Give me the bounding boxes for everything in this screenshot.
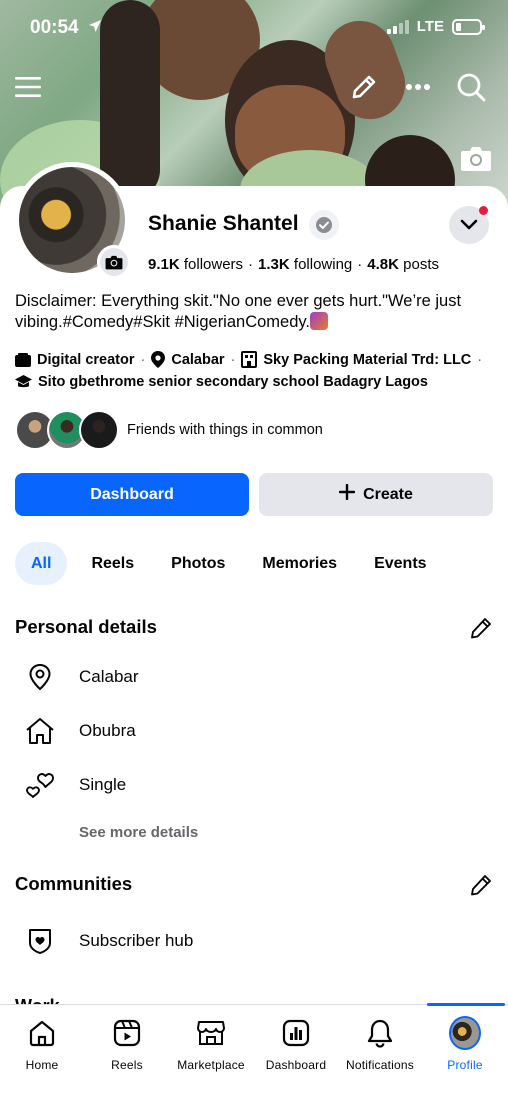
create-label: Create	[363, 485, 413, 503]
community-label: Subscriber hub	[79, 931, 194, 950]
status-bar: 00:54 LTE	[0, 0, 508, 56]
posts-count: 4.8K	[367, 256, 399, 273]
detail-row-relationship: Single	[24, 769, 126, 801]
profile-stats: 9.1K followers · 1.3K following · 4.8K posts	[148, 256, 439, 273]
active-tab-indicator	[427, 1003, 505, 1006]
tab-reels[interactable]: Reels	[78, 542, 147, 585]
intro-workplace: Sky Packing Material Trd: LLC	[263, 351, 472, 368]
friend-avatar	[79, 410, 119, 450]
plus-icon	[338, 483, 356, 505]
detail-relationship: Single	[79, 775, 127, 794]
location-pin-icon	[151, 351, 166, 368]
location-pin-icon	[24, 661, 56, 693]
more-icon[interactable]	[403, 72, 433, 102]
nav-profile-label: Profile	[447, 1058, 483, 1072]
tab-photos[interactable]: Photos	[158, 542, 238, 585]
reels-icon	[111, 1017, 143, 1049]
bottom-navigation: Home Reels Marketplace Dashboard Notific…	[0, 1003, 508, 1100]
cover-camera-icon[interactable]	[460, 144, 494, 174]
intro-category: Digital creator	[37, 351, 135, 368]
marketplace-icon	[195, 1017, 227, 1049]
edit-communities-icon[interactable]	[469, 873, 493, 897]
nav-profile[interactable]: Profile	[420, 1016, 508, 1072]
nav-home[interactable]: Home	[0, 1017, 87, 1072]
detail-hometown: Obubra	[79, 721, 136, 740]
communities-title: Communities	[15, 873, 133, 894]
profile-bio: Disclaimer: Everything skit."No one ever…	[15, 291, 485, 333]
search-icon[interactable]	[455, 71, 487, 103]
detail-location: Calabar	[79, 667, 139, 686]
nav-notifications[interactable]: Notifications	[335, 1017, 425, 1072]
education-icon	[15, 375, 32, 389]
home-icon	[24, 715, 56, 747]
profile-avatar-icon	[449, 1016, 481, 1050]
see-more-details-link[interactable]: See more details	[79, 824, 198, 841]
nav-reels-label: Reels	[111, 1058, 143, 1072]
nav-marketplace-label: Marketplace	[177, 1058, 245, 1072]
following-count[interactable]: 1.3K	[258, 256, 290, 273]
status-time: 00:54	[30, 17, 102, 39]
following-label[interactable]: following	[294, 256, 352, 273]
tab-all[interactable]: All	[15, 542, 68, 585]
followers-label[interactable]: followers	[184, 256, 243, 273]
nav-dashboard[interactable]: Dashboard	[251, 1017, 341, 1072]
location-arrow-icon	[88, 17, 102, 39]
nav-home-label: Home	[25, 1058, 59, 1072]
intro-line-1: Digital creator · Calabar · Sky Packing …	[15, 351, 488, 368]
workplace-icon	[241, 351, 258, 368]
tab-memories[interactable]: Memories	[249, 542, 350, 585]
community-row-subscriber-hub[interactable]: Subscriber hub	[24, 925, 193, 957]
dashboard-button[interactable]: Dashboard	[15, 473, 249, 516]
followers-count[interactable]: 9.1K	[148, 256, 180, 273]
tab-events[interactable]: Events	[361, 542, 439, 585]
verified-badge-icon[interactable]	[309, 210, 339, 240]
battery-icon	[452, 18, 485, 35]
avatar-camera-icon[interactable]	[97, 245, 131, 279]
personal-details-title: Personal details	[15, 616, 157, 637]
profile-menu-button[interactable]	[449, 206, 489, 244]
edit-personal-details-icon[interactable]	[469, 616, 493, 640]
mutual-friends-row[interactable]: Friends with things in common	[15, 410, 323, 450]
profile-tabs: All Reels Photos Memories Events	[15, 542, 440, 585]
friends-text: Friends with things in common	[127, 422, 323, 438]
menu-icon[interactable]	[14, 73, 42, 101]
category-icon	[15, 352, 31, 367]
bio-text: Disclaimer: Everything skit."No one ever…	[15, 292, 462, 331]
detail-row-hometown: Obubra	[24, 715, 136, 747]
profile-name: Shanie Shantel	[148, 212, 299, 235]
dashboard-icon	[280, 1017, 312, 1049]
intro-education: Sito gbethrome senior secondary school B…	[38, 374, 428, 390]
detail-row-location: Calabar	[24, 661, 139, 693]
home-icon	[26, 1017, 58, 1049]
notification-dot	[479, 206, 488, 215]
posts-label: posts	[403, 256, 439, 273]
bell-icon	[364, 1017, 396, 1049]
intro-line-2: Sito gbethrome senior secondary school B…	[15, 374, 428, 390]
nav-notifications-label: Notifications	[346, 1058, 414, 1072]
edit-icon[interactable]	[349, 72, 379, 102]
nav-dashboard-label: Dashboard	[265, 1058, 327, 1072]
hearts-icon	[24, 769, 56, 801]
signal-icon	[386, 19, 409, 34]
shield-heart-icon	[24, 925, 56, 957]
nav-reels[interactable]: Reels	[82, 1017, 172, 1072]
create-button[interactable]: Create	[259, 473, 493, 516]
carrier-label: LTE	[416, 18, 444, 35]
intro-location: Calabar	[171, 351, 225, 368]
theater-masks-emoji-icon	[310, 312, 329, 330]
chevron-down-icon	[460, 219, 478, 230]
nav-marketplace[interactable]: Marketplace	[166, 1017, 256, 1072]
